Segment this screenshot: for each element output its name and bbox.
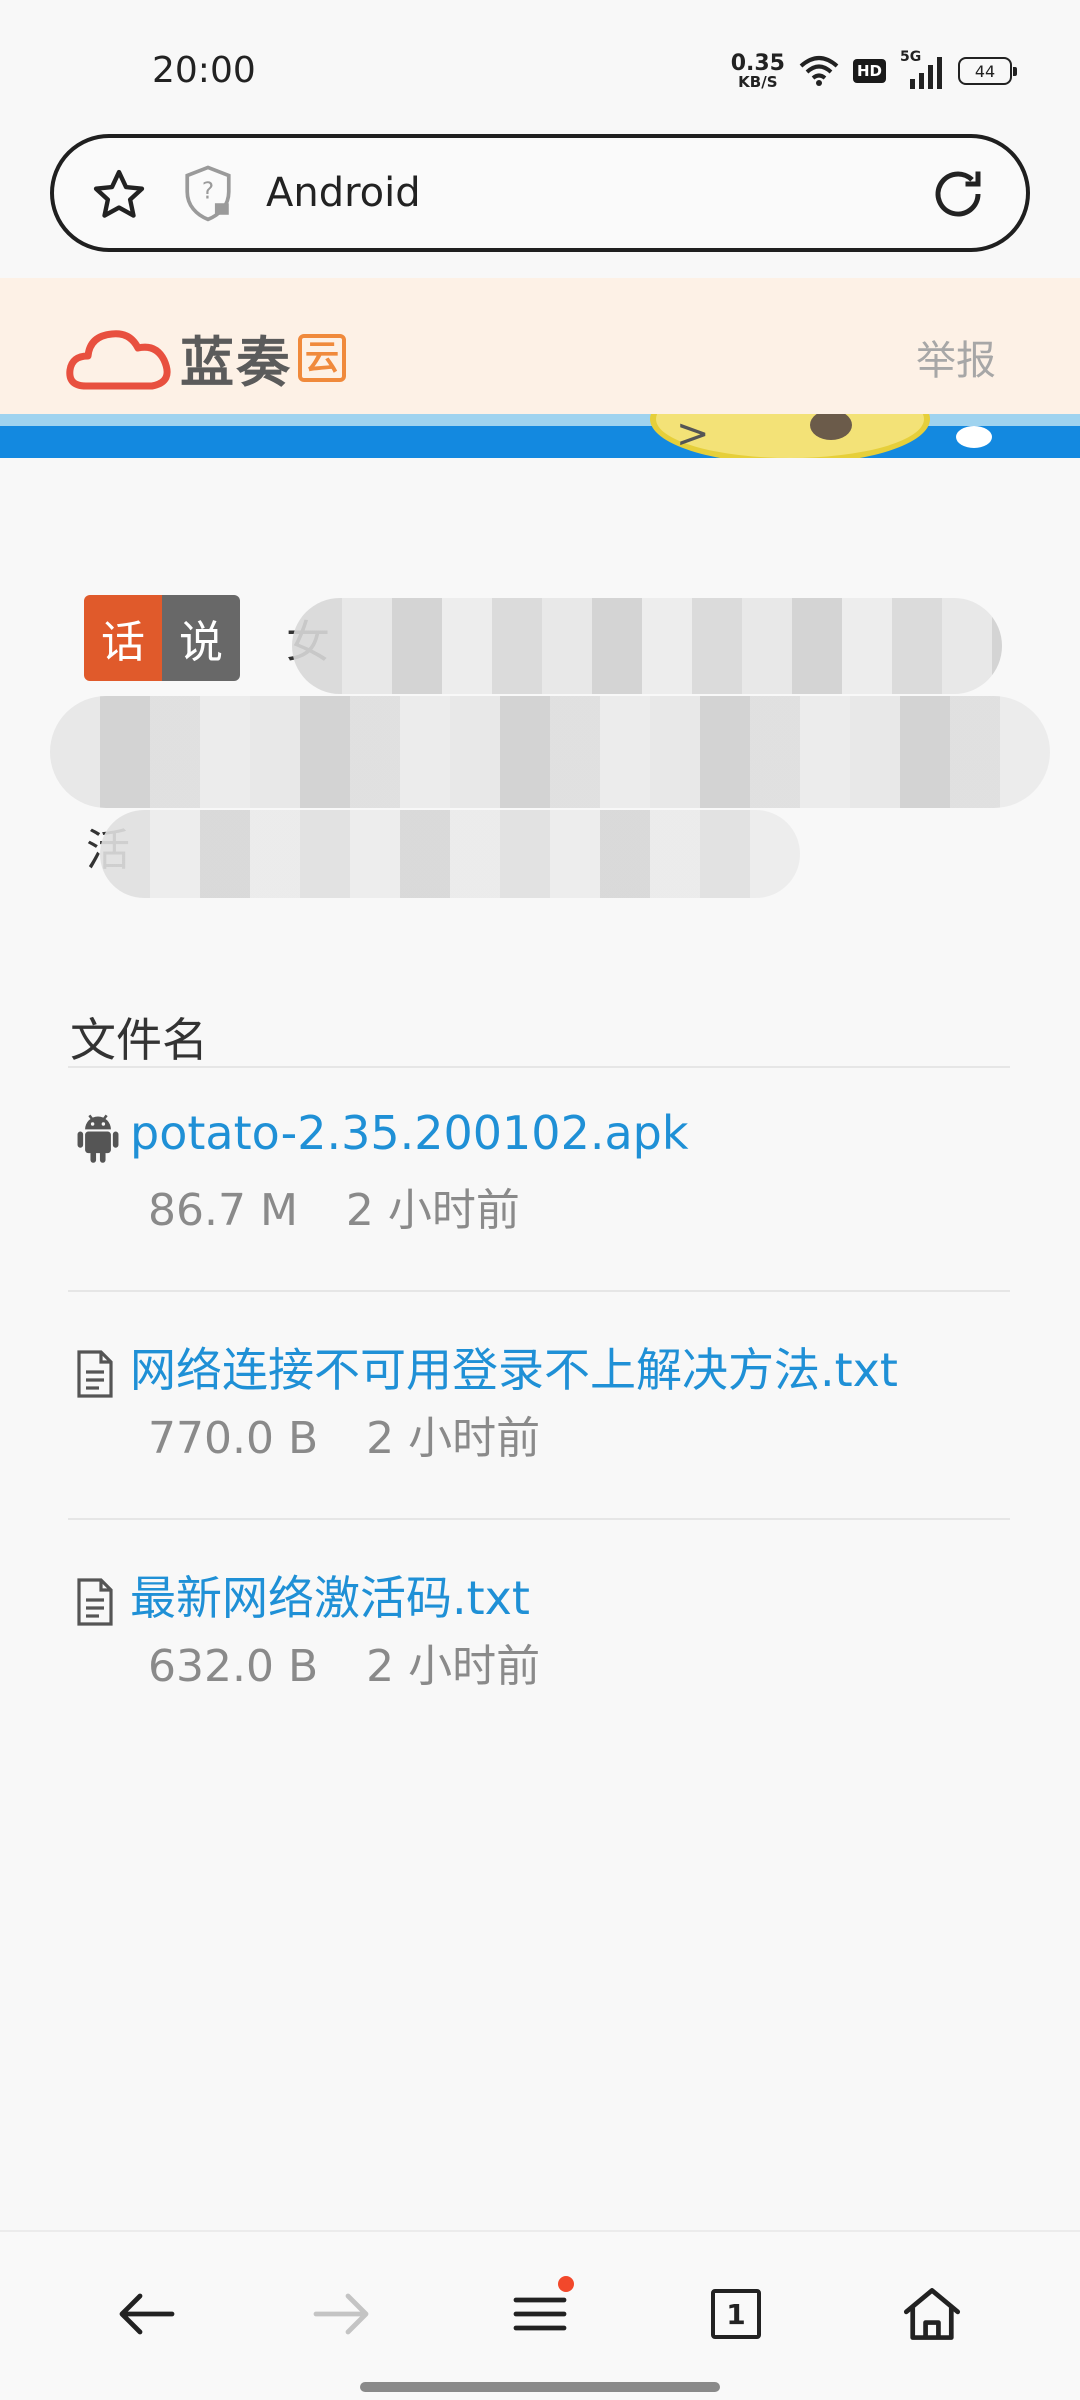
security-shield-icon[interactable]: ? [180,164,236,224]
file-name-link[interactable]: 网络连接不可用登录不上解决方法.txt [130,1334,898,1400]
reload-icon[interactable] [928,164,988,224]
file-meta: 770.0 B 2 小时前 [148,1402,540,1466]
divider [68,1518,1010,1520]
file-list-header: 文件名 [70,1013,208,1067]
banner-dot [956,426,992,448]
menu-button[interactable] [500,2274,580,2354]
file-meta: 86.7 M 2 小时前 [148,1174,520,1238]
decorative-banner: > [0,414,1080,458]
svg-text:?: ? [202,179,214,205]
site-logo[interactable]: 蓝奏 云 [64,318,346,397]
redacted-text-block [292,598,1002,694]
cellular-signal-icon: 5G [900,49,944,91]
file-name-link[interactable]: potato-2.35.200102.apk [130,1106,689,1160]
bookmark-star-icon[interactable] [90,166,148,224]
file-size: 770.0 B [148,1413,319,1464]
document-icon [77,1350,113,1398]
divider [68,1290,1010,1292]
tabs-button[interactable]: 1 [696,2274,776,2354]
android-icon [77,1114,119,1163]
url-text[interactable]: Android [266,170,421,216]
status-bar: 20:00 0.35 KB/S HD 5G 44 [0,0,1080,130]
home-button[interactable] [892,2274,972,2354]
file-name-link[interactable]: 最新网络激活码.txt [130,1562,530,1628]
banner-character-mark: > [676,414,710,457]
forward-arrow-icon [313,2293,369,2335]
network-speed: 0.35 KB/S [730,50,785,91]
file-item[interactable]: potato-2.35.200102.apk 86.7 M 2 小时前 [68,1106,1028,1236]
redacted-text-block [100,810,800,898]
battery-level: 44 [974,61,996,81]
file-meta: 632.0 B 2 小时前 [148,1630,540,1694]
bottom-navigation: 1 [0,2230,1080,2400]
file-size: 86.7 M [148,1185,298,1236]
logo-text: 蓝奏 [180,331,292,394]
home-icon [903,2288,961,2340]
status-time: 20:00 [152,50,256,91]
tabs-count: 1 [726,2297,746,2331]
cloud-logo-icon [66,329,171,389]
file-size: 632.0 B [148,1641,319,1692]
notice-tag: 话 说 [84,595,240,681]
logo-badge: 云 [298,333,346,382]
divider [68,1066,1010,1068]
back-arrow-icon [119,2293,175,2335]
file-time: 2 小时前 [366,1641,541,1692]
tabs-icon: 1 [711,2289,761,2339]
network-speed-value: 0.35 [730,50,785,76]
document-icon [77,1578,113,1626]
file-time: 2 小时前 [345,1185,520,1236]
forward-button[interactable] [302,2274,382,2354]
notice-tag-left: 话 [84,595,162,681]
file-item[interactable]: 网络连接不可用登录不上解决方法.txt 770.0 B 2 小时前 [68,1334,1028,1464]
network-speed-unit: KB/S [738,72,778,91]
notice-tag-right: 说 [162,595,240,681]
home-gesture-bar[interactable] [360,2382,720,2392]
file-time: 2 小时前 [366,1413,541,1464]
notification-dot [558,2276,574,2292]
site-header: 蓝奏 云 举报 [0,278,1080,416]
redacted-text-block [50,696,1050,808]
file-item[interactable]: 最新网络激活码.txt 632.0 B 2 小时前 [68,1562,1028,1692]
address-bar[interactable]: ? Android [50,134,1030,252]
hd-badge: HD [852,59,886,83]
wifi-icon [799,56,839,86]
battery-indicator: 44 [958,57,1017,85]
menu-icon [513,2297,567,2331]
report-link[interactable]: 举报 [916,328,996,386]
status-icons: 0.35 KB/S HD 5G 44 [730,48,1017,94]
back-button[interactable] [106,2274,186,2354]
